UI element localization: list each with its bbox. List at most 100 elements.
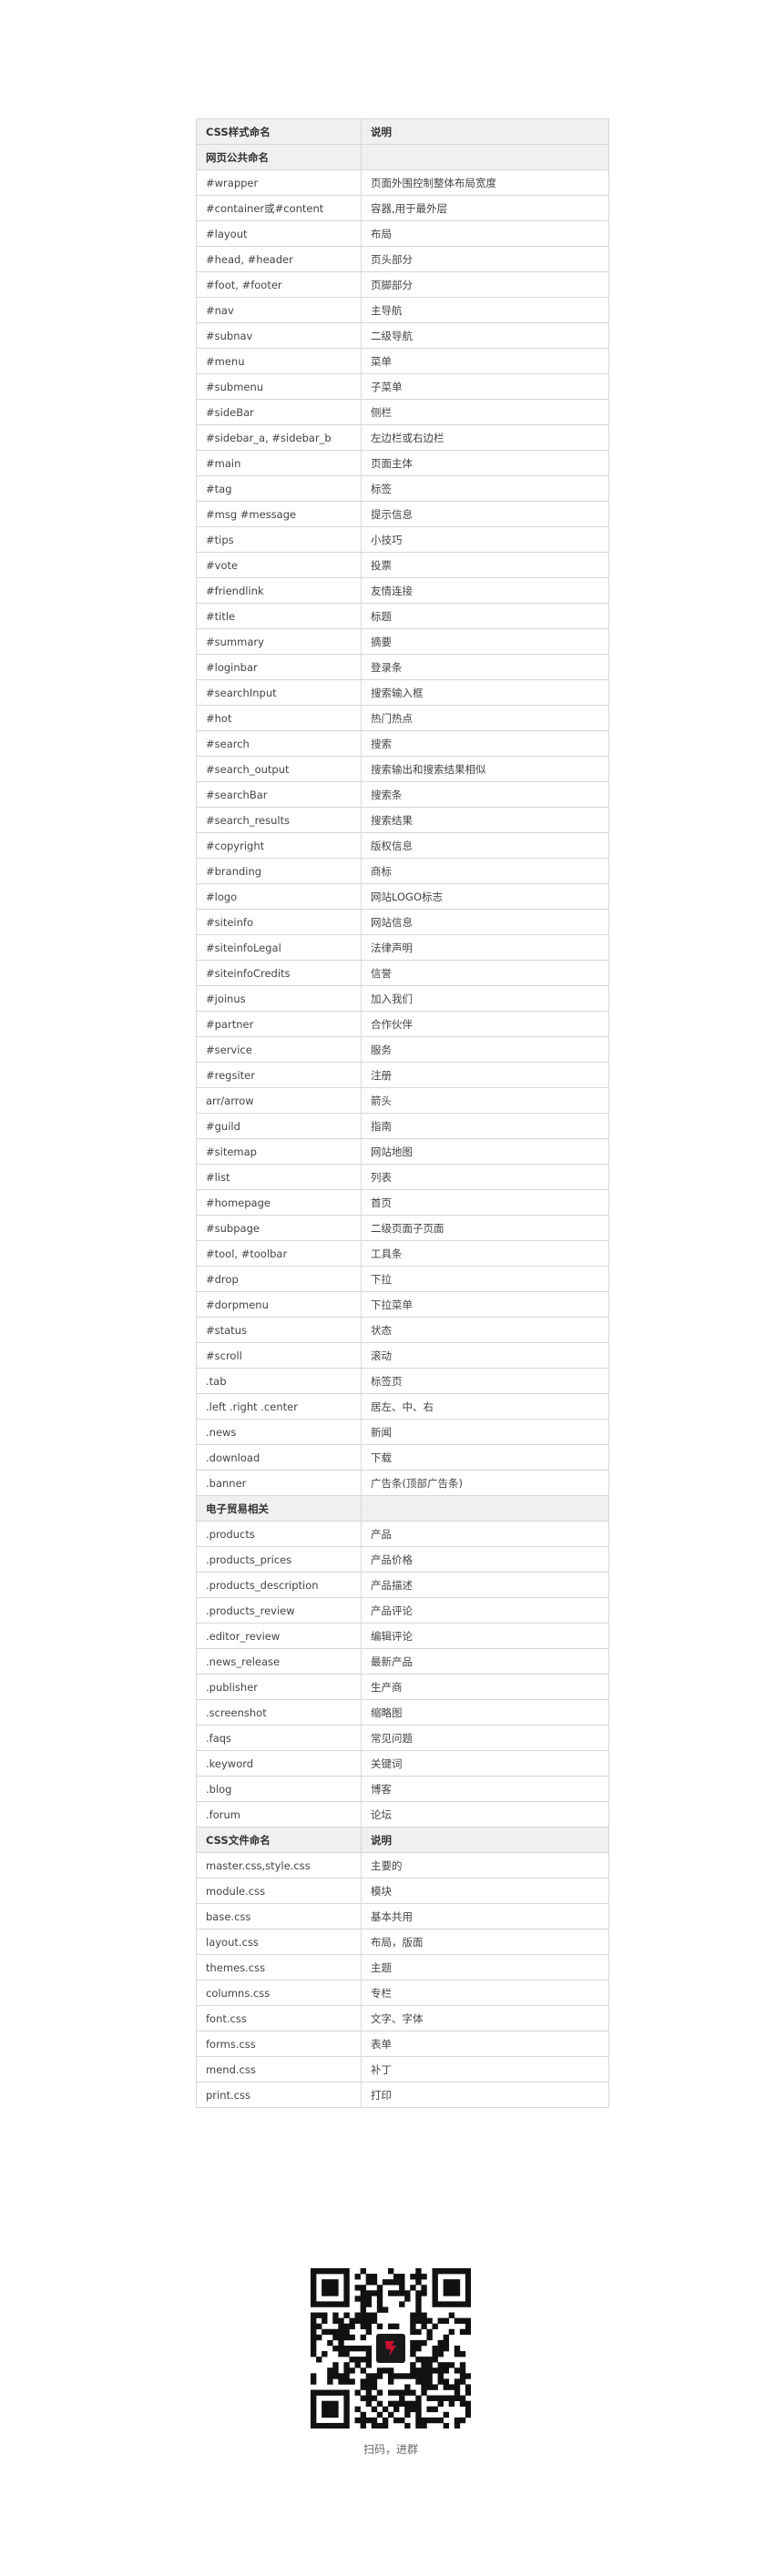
description-cell: 标签页 xyxy=(361,1368,609,1394)
description-cell: 产品描述 xyxy=(361,1572,609,1598)
table-row: #layout 布局 xyxy=(196,220,609,247)
description-cell: 指南 xyxy=(361,1113,609,1139)
description-cell: 下拉 xyxy=(361,1266,609,1292)
name-cell: #guild xyxy=(196,1113,362,1139)
table-header-row: CSS文件命名 说明 xyxy=(196,1827,609,1853)
description-cell: 子菜单 xyxy=(361,373,609,400)
name-cell: #siteinfoLegal xyxy=(196,934,362,961)
table-row: .products_review 产品评论 xyxy=(196,1597,609,1624)
name-cell: #container或#content xyxy=(196,195,362,221)
table-row: #drop 下拉 xyxy=(196,1266,609,1292)
name-cell: .products_description xyxy=(196,1572,362,1598)
table-row: #homepage 首页 xyxy=(196,1189,609,1216)
table-header-row: CSS样式命名 说明 xyxy=(196,118,609,145)
name-cell: master.css,style.css xyxy=(196,1852,362,1879)
table-row: .products_description 产品描述 xyxy=(196,1572,609,1598)
table-row: .keyword 关键词 xyxy=(196,1750,609,1777)
description-cell: 布局，版面 xyxy=(361,1929,609,1955)
name-cell: .editor_review xyxy=(196,1623,362,1649)
table-row: #submenu 子菜单 xyxy=(196,373,609,400)
description-cell: 模块 xyxy=(361,1878,609,1904)
table-row: #siteinfoCredits 信誉 xyxy=(196,960,609,986)
description-cell: 版权信息 xyxy=(361,832,609,859)
description-cell: 表单 xyxy=(361,2031,609,2057)
table-row: #list 列表 xyxy=(196,1164,609,1190)
name-cell: #regsiter xyxy=(196,1062,362,1088)
name-cell: .news_release xyxy=(196,1648,362,1675)
table-row: #friendlink 友情连接 xyxy=(196,577,609,604)
table-row: forms.css 表单 xyxy=(196,2031,609,2057)
description-cell: 基本共用 xyxy=(361,1903,609,1929)
name-cell: #search_results xyxy=(196,807,362,833)
name-cell: #sitemap xyxy=(196,1138,362,1165)
description-cell: 补丁 xyxy=(361,2056,609,2082)
description-cell: 滚动 xyxy=(361,1342,609,1369)
css-naming-table-container: CSS样式命名 说明 网页公共命名 #wrapper 页面外围控制整体布局宽度 #cont… xyxy=(196,118,609,2108)
description-cell: 常见问题 xyxy=(361,1725,609,1751)
description-cell: 页脚部分 xyxy=(361,271,609,298)
description-cell: 商标 xyxy=(361,858,609,884)
description-cell: 菜单 xyxy=(361,348,609,374)
description-cell: 专栏 xyxy=(361,1980,609,2006)
table-row: module.css 模块 xyxy=(196,1878,609,1904)
description-cell: 搜索结果 xyxy=(361,807,609,833)
table-row: #tag 标签 xyxy=(196,475,609,502)
table-row: #dorpmenu 下拉菜单 xyxy=(196,1291,609,1318)
qr-center-logo xyxy=(373,2330,409,2367)
description-cell: 注册 xyxy=(361,1062,609,1088)
table-row: #service 服务 xyxy=(196,1036,609,1063)
description-cell: 居左、中、右 xyxy=(361,1393,609,1420)
table-row: base.css 基本共用 xyxy=(196,1903,609,1929)
description-cell: 生产商 xyxy=(361,1674,609,1700)
table-row: mend.css 补丁 xyxy=(196,2056,609,2082)
description-cell: 侧栏 xyxy=(361,399,609,425)
name-cell: #wrapper xyxy=(196,169,362,196)
name-cell: themes.css xyxy=(196,1954,362,1980)
description-cell: 摘要 xyxy=(361,628,609,655)
name-cell: #homepage xyxy=(196,1189,362,1216)
name-cell: #msg #message xyxy=(196,501,362,527)
name-cell: arr/arrow xyxy=(196,1087,362,1114)
name-cell: #title xyxy=(196,603,362,629)
table-row: .screenshot 缩略图 xyxy=(196,1699,609,1726)
table-row: print.css 打印 xyxy=(196,2082,609,2108)
name-cell: .faqs xyxy=(196,1725,362,1751)
description-cell: 主题 xyxy=(361,1954,609,1980)
description-cell: 二级页面子页面 xyxy=(361,1215,609,1241)
table-row: #wrapper 页面外围控制整体布局宽度 xyxy=(196,169,609,196)
table-row: #title 标题 xyxy=(196,603,609,629)
description-cell: 说明 xyxy=(361,118,609,145)
description-cell: 产品评论 xyxy=(361,1597,609,1624)
table-row: #sitemap 网站地图 xyxy=(196,1138,609,1165)
description-cell: 搜索 xyxy=(361,730,609,757)
table-row: #regsiter 注册 xyxy=(196,1062,609,1088)
description-cell: 产品 xyxy=(361,1521,609,1547)
description-cell: 编辑评论 xyxy=(361,1623,609,1649)
name-cell: #menu xyxy=(196,348,362,374)
name-cell: base.css xyxy=(196,1903,362,1929)
name-cell: #sidebar_a, #sidebar_b xyxy=(196,424,362,451)
name-cell: #search_output xyxy=(196,756,362,782)
name-cell: #layout xyxy=(196,220,362,247)
description-cell: 友情连接 xyxy=(361,577,609,604)
description-cell: 主导航 xyxy=(361,297,609,323)
description-cell: 容器,用于最外层 xyxy=(361,195,609,221)
description-cell: 加入我们 xyxy=(361,985,609,1012)
description-cell: 广告条(顶部广告条) xyxy=(361,1470,609,1496)
description-cell: 关键词 xyxy=(361,1750,609,1777)
table-row: .forum 论坛 xyxy=(196,1801,609,1828)
name-cell: CSS文件命名 xyxy=(196,1827,362,1853)
name-cell: #head, #header xyxy=(196,246,362,272)
table-row: #search_results 搜索结果 xyxy=(196,807,609,833)
table-row: #main 页面主体 xyxy=(196,450,609,476)
table-row: #subnav 二级导航 xyxy=(196,322,609,349)
css-naming-table: CSS样式命名 说明 网页公共命名 #wrapper 页面外围控制整体布局宽度 #cont… xyxy=(196,118,609,2108)
name-cell: #submenu xyxy=(196,373,362,400)
table-row: #branding 商标 xyxy=(196,858,609,884)
table-row: themes.css 主题 xyxy=(196,1954,609,1980)
description-cell: 信誉 xyxy=(361,960,609,986)
description-cell: 列表 xyxy=(361,1164,609,1190)
description-cell: 论坛 xyxy=(361,1801,609,1828)
description-cell: 说明 xyxy=(361,1827,609,1853)
description-cell: 二级导航 xyxy=(361,322,609,349)
